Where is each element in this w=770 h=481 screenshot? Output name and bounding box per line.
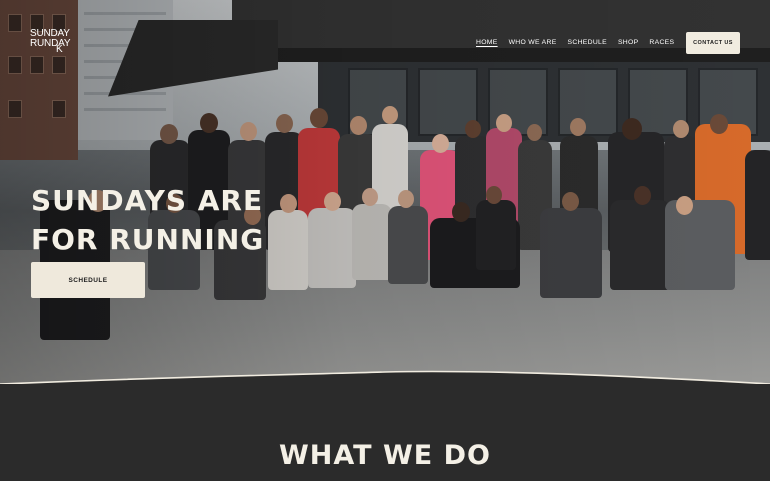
site-logo[interactable]: SUNDAY RUNDAY K <box>30 29 80 55</box>
nav-home[interactable]: HOME <box>476 39 498 46</box>
hero-title-line-2: FOR RUNNING <box>31 223 265 256</box>
nav-races[interactable]: RACES <box>649 39 674 46</box>
nav-schedule[interactable]: SCHEDULE <box>568 39 607 46</box>
logo-mark: K <box>56 44 63 55</box>
hero-title: SUNDAYS ARE FOR RUNNING <box>31 181 331 259</box>
nav-who-we-are[interactable]: WHO WE ARE <box>509 39 557 46</box>
hero-title-line-1: SUNDAYS ARE <box>31 184 264 217</box>
contact-us-button[interactable]: CONTACT US <box>686 32 740 54</box>
schedule-button[interactable]: SCHEDULE <box>31 262 145 298</box>
section-title: WHAT WE DO <box>279 440 491 471</box>
nav-shop[interactable]: SHOP <box>618 39 638 46</box>
logo-line-2: RUNDAY <box>30 38 71 49</box>
main-nav: HOME WHO WE ARE SCHEDULE SHOP RACES <box>476 39 685 46</box>
